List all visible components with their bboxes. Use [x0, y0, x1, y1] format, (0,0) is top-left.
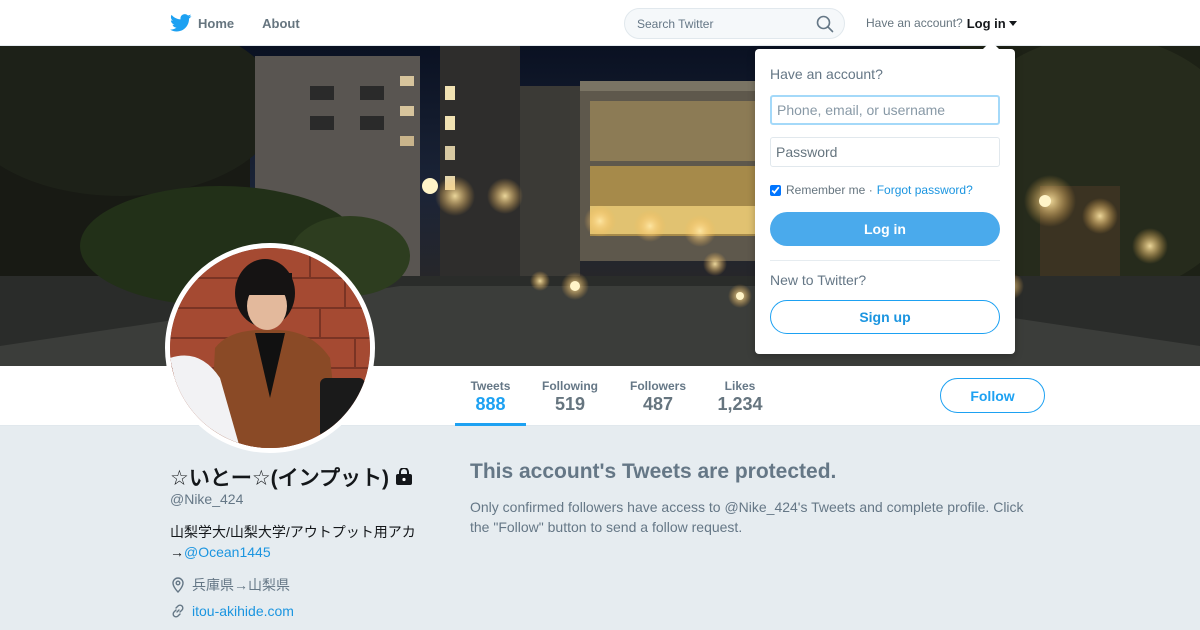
remember-me-label: Remember me	[786, 183, 866, 197]
login-button[interactable]: Log in	[770, 212, 1000, 246]
likes-label: Likes	[724, 379, 756, 393]
remember-me-row: Remember me · Forgot password?	[770, 183, 973, 197]
home-label: Home	[198, 15, 235, 31]
profile-name-row: ☆いとー☆(インプット)	[170, 462, 413, 492]
twitter-bird-icon	[170, 14, 192, 32]
password-input[interactable]	[770, 137, 1000, 167]
bio-mention-link[interactable]: @Ocean1445	[184, 544, 271, 560]
lock-icon	[396, 468, 413, 485]
login-dropdown-toggle[interactable]: Log in	[967, 16, 1017, 31]
have-account-text: Have an account?	[866, 16, 963, 30]
protected-title: This account's Tweets are protected.	[470, 460, 837, 483]
chevron-down-icon	[1008, 20, 1017, 26]
avatar-photo	[170, 248, 370, 448]
search-input[interactable]	[625, 9, 815, 38]
followers-count: 487	[642, 394, 674, 414]
search-box	[624, 8, 845, 39]
tab-likes[interactable]: Likes 1,234	[710, 366, 770, 426]
search-icon[interactable]	[816, 15, 834, 33]
profile-website: itou-akihide.com	[170, 603, 294, 619]
profile-name: ☆いとー☆(インプット)	[170, 467, 390, 490]
protected-description: Only confirmed followers have access to …	[470, 499, 1024, 535]
tab-following[interactable]: Following 519	[536, 366, 604, 426]
username-input[interactable]	[770, 95, 1000, 125]
signup-button[interactable]: Sign up	[770, 300, 1000, 334]
tab-followers[interactable]: Followers 487	[624, 366, 692, 426]
dropdown-title: Have an account?	[770, 66, 883, 82]
follow-button[interactable]: Follow	[940, 378, 1045, 413]
followers-label: Followers	[629, 379, 686, 393]
login-toggle-label: Log in	[966, 15, 1006, 31]
likes-count: 1,234	[717, 394, 763, 414]
profile-avatar[interactable]	[165, 243, 375, 453]
login-dropdown: Have an account? Remember me · Forgot pa…	[755, 41, 1015, 354]
tweets-label: Tweets	[470, 379, 511, 393]
following-count: 519	[554, 394, 586, 414]
forgot-password-link[interactable]: Forgot password?	[877, 183, 973, 197]
profile-location: 兵庫県→山梨県	[170, 575, 290, 595]
tweets-count: 888	[475, 394, 506, 414]
separator-dot: ·	[868, 183, 873, 197]
about-label: About	[262, 15, 300, 31]
dropdown-arrow	[983, 41, 999, 49]
have-account-prompt: Have an account? Log in	[866, 0, 1017, 46]
website-link[interactable]: itou-akihide.com	[192, 603, 294, 619]
nav-left: Home About	[170, 0, 328, 46]
location-pin-icon	[172, 577, 184, 593]
dropdown-divider	[770, 260, 1000, 261]
profile-handle: @Nike_424	[170, 491, 244, 507]
new-to-twitter-text: New to Twitter?	[770, 272, 867, 288]
location-text: 兵庫県→山梨県	[192, 577, 290, 593]
link-icon	[172, 604, 184, 618]
following-label: Following	[542, 379, 598, 393]
about-link[interactable]: About	[262, 16, 300, 31]
home-link[interactable]: Home	[170, 14, 234, 32]
profile-bio: 山梨学大/山梨大学/アウトプット用アカ→@Ocean1445	[170, 522, 430, 562]
tab-tweets[interactable]: Tweets 888	[455, 366, 526, 426]
remember-me-checkbox[interactable]	[770, 184, 781, 196]
top-navigation-bar: Home About Have an account? Log in	[0, 0, 1200, 46]
